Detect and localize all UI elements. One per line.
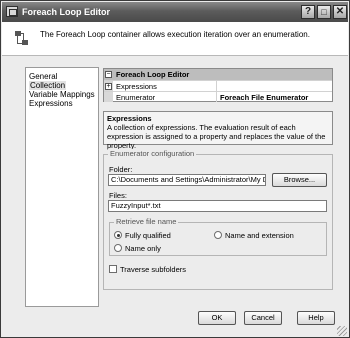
traverse-subfolders-label: Traverse subfolders xyxy=(120,265,186,274)
maximize-button[interactable]: □ xyxy=(317,5,331,19)
name-and-extension-label: Name and extension xyxy=(225,231,294,240)
nav-item-expressions[interactable]: Expressions xyxy=(29,99,73,108)
help-button[interactable]: Help xyxy=(297,311,335,325)
collapse-icon[interactable]: − xyxy=(105,71,112,78)
fully-qualified-label: Fully qualified xyxy=(125,231,171,240)
property-grid: − Foreach Loop Editor + Expressions Enum… xyxy=(103,68,333,102)
description-title: Expressions xyxy=(107,114,152,123)
close-icon: ✕ xyxy=(335,6,345,17)
nav-item-variable-mappings[interactable]: Variable Mappings xyxy=(29,90,95,99)
title-bar[interactable]: Foreach Loop Editor ? □ ✕ xyxy=(2,2,348,22)
property-description-panel: Expressions A collection of expressions.… xyxy=(103,111,333,150)
property-row-expressions[interactable]: + Expressions xyxy=(104,80,332,91)
folder-input[interactable]: C:\Documents and Settings\Administrator\… xyxy=(108,174,266,186)
browse-button[interactable]: Browse... xyxy=(272,173,327,187)
maximize-icon: □ xyxy=(321,7,327,17)
files-label: Files: xyxy=(109,191,127,200)
property-name: Enumerator xyxy=(116,93,156,102)
header-panel: The Foreach Loop container allows execut… xyxy=(2,22,348,56)
window-title: Foreach Loop Editor xyxy=(22,7,111,17)
help-title-button[interactable]: ? xyxy=(301,5,315,19)
fully-qualified-radio[interactable] xyxy=(114,231,122,239)
description-text: A collection of expressions. The evaluat… xyxy=(107,123,326,150)
group-title: Enumerator configuration xyxy=(108,149,197,158)
window-icon xyxy=(6,6,18,17)
nav-item-collection[interactable]: Collection xyxy=(29,81,67,90)
folder-label: Folder: xyxy=(109,165,133,174)
page-navigation: General Collection Variable Mappings Exp… xyxy=(25,67,99,307)
property-value[interactable]: Foreach File Enumerator xyxy=(220,93,308,102)
nav-item-general[interactable]: General xyxy=(29,72,57,81)
files-input[interactable]: FuzzyInput*.txt xyxy=(108,200,327,212)
expand-icon[interactable]: + xyxy=(105,83,112,90)
resize-grip[interactable] xyxy=(337,326,347,336)
name-and-extension-radio[interactable] xyxy=(214,231,222,239)
category-label: Foreach Loop Editor xyxy=(116,70,190,79)
property-name: Expressions xyxy=(116,82,157,91)
foreach-loop-icon xyxy=(12,30,30,48)
property-grid-category[interactable]: − Foreach Loop Editor xyxy=(104,69,332,80)
property-row-enumerator[interactable]: Enumerator Foreach File Enumerator xyxy=(104,91,332,102)
name-only-radio[interactable] xyxy=(114,244,122,252)
ok-button[interactable]: OK xyxy=(198,311,236,325)
close-button[interactable]: ✕ xyxy=(333,5,347,19)
foreach-loop-editor-window: Foreach Loop Editor ? □ ✕ The Foreach Lo… xyxy=(0,0,350,338)
help-icon: ? xyxy=(304,6,312,17)
header-description: The Foreach Loop container allows execut… xyxy=(40,30,310,39)
group-title: Retrieve file name xyxy=(114,217,179,226)
name-only-label: Name only xyxy=(125,244,161,253)
traverse-subfolders-checkbox[interactable] xyxy=(109,265,117,273)
cancel-button[interactable]: Cancel xyxy=(244,311,282,325)
